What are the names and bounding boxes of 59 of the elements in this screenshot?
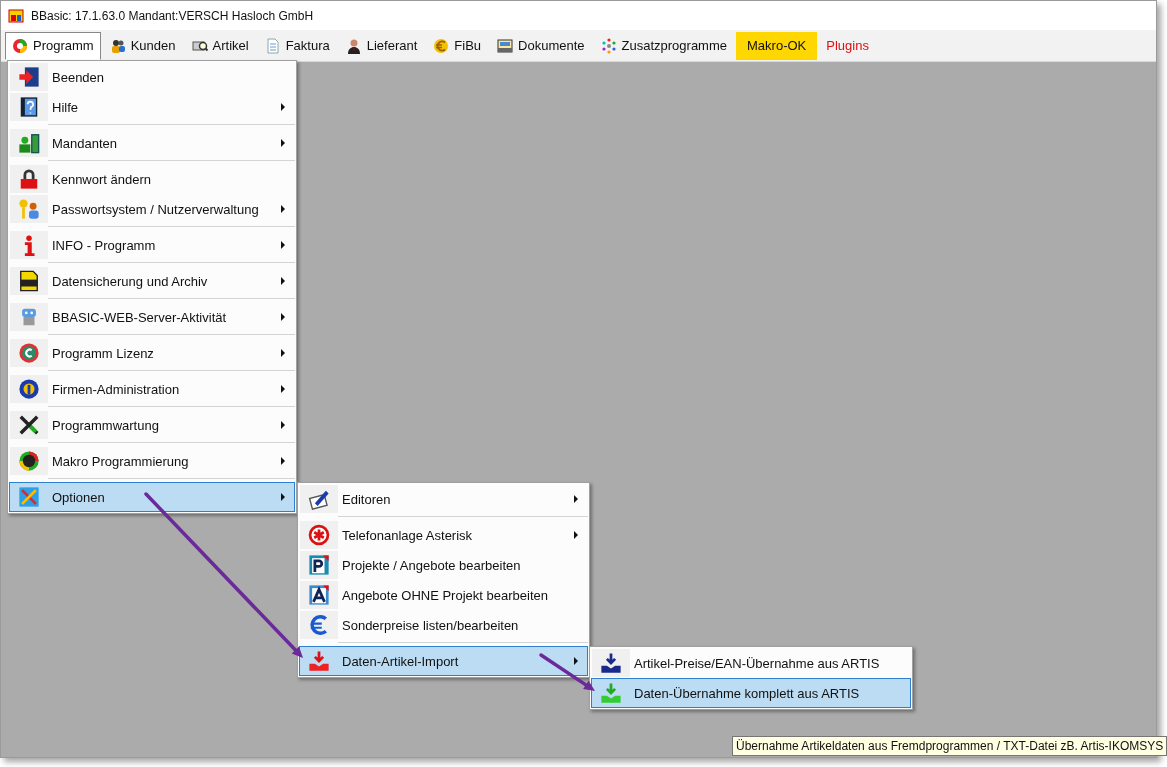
people-cabinet-icon (18, 132, 40, 154)
copyright-circle-icon (18, 342, 40, 364)
person-icon (345, 37, 362, 54)
menu-item[interactable]: Projekte / Angebote bearbeiten (299, 550, 588, 580)
crossed-arrows-icon (18, 486, 40, 508)
menu-item[interactable]: Datensicherung und Archiv (9, 266, 295, 296)
menu-bar-item[interactable]: FiBu (426, 31, 489, 60)
menu-item[interactable]: INFO - Programm (9, 230, 295, 260)
exit-door-icon (18, 66, 40, 88)
people-icon (109, 37, 126, 54)
document-icon (264, 37, 281, 54)
menu-bar-item[interactable]: Programm (5, 31, 101, 60)
menu-bar-item[interactable]: Lieferant (338, 31, 425, 60)
menu-item[interactable]: BBASIC-WEB-Server-Aktivität (9, 302, 295, 332)
menu-bar-item[interactable]: Artikel (184, 31, 256, 60)
menu-bar-item[interactable]: Zusatzprogramme (593, 31, 734, 60)
menu-item[interactable]: Angebote OHNE Projekt bearbeiten (299, 580, 588, 610)
menu-item[interactable]: Firmen-Administration (9, 374, 295, 404)
euro-icon (433, 37, 450, 54)
menu-item[interactable]: Artikel-Preise/EAN-Übernahme aus ARTIS (591, 648, 911, 678)
menu-bar-item[interactable]: Dokumente (490, 31, 592, 60)
asterisk-ring-icon (308, 524, 330, 546)
menu-bar-item[interactable]: Faktura (257, 31, 337, 60)
document-tray-icon (497, 37, 514, 54)
import-tray-icon (308, 650, 330, 672)
menu-bar-item[interactable]: Kunden (102, 31, 183, 60)
dotted-circle-icon (600, 37, 617, 54)
menu-bar-item[interactable]: Makro-OK (736, 31, 818, 60)
menu-item[interactable]: Beenden (9, 62, 295, 92)
pen-paper-icon (308, 488, 330, 510)
ring-logo-icon (18, 450, 40, 472)
tooltip: Übernahme Artikeldaten aus Fremdprogrammen / TXT-Datei zB. Artis-IKOMSYS (732, 736, 1167, 756)
import-tray-icon (600, 682, 622, 704)
menu-item[interactable]: Kennwort ändern (9, 164, 295, 194)
import-tray-icon (600, 652, 622, 674)
menu-item[interactable]: Programmwartung (9, 410, 295, 440)
menu-item[interactable]: Sonderpreise listen/bearbeiten (299, 610, 588, 640)
menu-item[interactable]: Telefonanlage Asterisk (299, 520, 588, 550)
window-title: BBasic: 17.1.63.0 Mandant:VERSCH Hasloch GmbH (31, 8, 314, 23)
menu-item[interactable]: Daten-Artikel-Import (299, 646, 588, 676)
menu-item[interactable]: Editoren (299, 484, 588, 514)
keys-user-icon (18, 198, 40, 220)
app-icon (8, 7, 24, 24)
menu-item[interactable]: Hilfe (9, 92, 295, 122)
menu-bar-item[interactable]: Plugins (819, 31, 876, 60)
zip-file-icon (18, 270, 40, 292)
menu-item[interactable]: Passwortsystem / Nutzerverwaltung (9, 194, 295, 224)
euro-sign-icon (308, 614, 330, 636)
menu-item[interactable]: Makro Programmierung (9, 446, 295, 476)
menu-item[interactable]: Optionen (9, 482, 295, 512)
p-tile-icon (308, 554, 330, 576)
menu-item[interactable]: Mandanten (9, 128, 295, 158)
menu-item[interactable]: Daten-Übernahme komplett aus ARTIS (591, 678, 911, 708)
tools-icon (18, 414, 40, 436)
menu-item[interactable]: Programm Lizenz (9, 338, 295, 368)
colorful-circle-icon (12, 37, 28, 54)
question-book-icon (18, 96, 40, 118)
padlock-icon (18, 168, 40, 190)
a-tile-icon (308, 584, 330, 606)
